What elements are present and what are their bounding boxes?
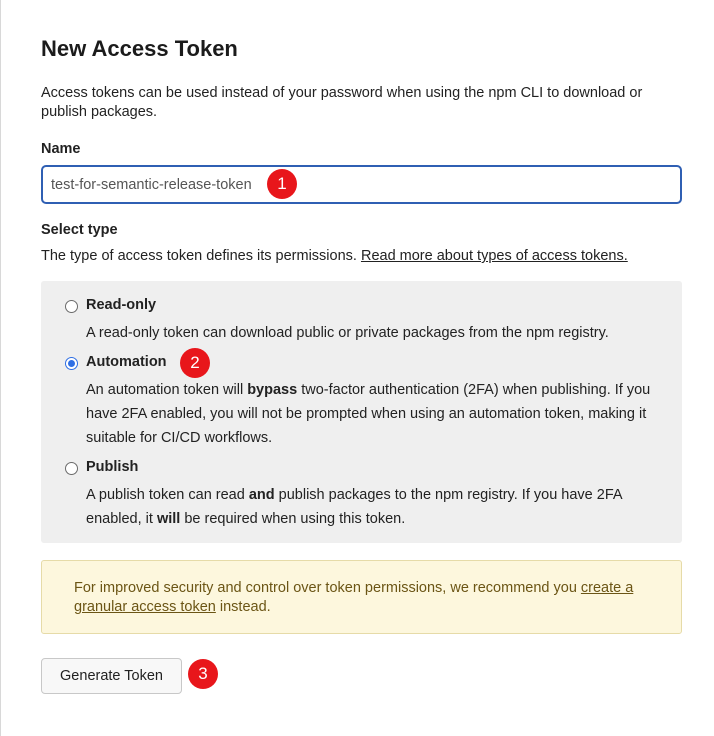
page-title: New Access Token <box>41 36 238 61</box>
intro-text: Access tokens can be used instead of you… <box>41 85 643 120</box>
token-name-input[interactable] <box>41 165 682 204</box>
read-only-description: A read-only token can download public or… <box>86 325 609 341</box>
annotation-badge-3: 3 <box>188 659 218 689</box>
annotation-badge-2: 2 <box>180 348 210 378</box>
read-only-title: Read-only <box>86 297 157 313</box>
automation-title: Automation <box>86 354 167 370</box>
granular-token-notice: For improved security and control over t… <box>41 560 682 634</box>
publish-desc-part: A publish token can read <box>86 487 249 503</box>
automation-description: An automation token will bypass two-fact… <box>86 378 661 450</box>
publish-desc-bold: and <box>248 487 275 503</box>
publish-desc-bold: will <box>156 511 181 527</box>
automation-desc-bold: bypass <box>247 382 298 398</box>
notice-suffix: instead. <box>215 599 271 615</box>
notice-text: For improved security and control over t… <box>74 580 581 596</box>
name-label: Name <box>41 141 81 157</box>
select-type-description-text: The type of access token defines its per… <box>41 248 361 264</box>
read-only-radio[interactable] <box>65 300 78 313</box>
publish-radio[interactable] <box>65 462 78 475</box>
automation-radio[interactable] <box>65 357 78 370</box>
generate-token-button[interactable]: Generate Token <box>41 658 182 694</box>
annotation-badge-1: 1 <box>267 169 297 199</box>
select-type-label: Select type <box>41 222 118 238</box>
publish-title: Publish <box>86 459 139 475</box>
publish-description: A publish token can read and publish pac… <box>86 483 661 531</box>
token-type-options: Read-only A read-only token can download… <box>41 281 682 543</box>
select-type-description: The type of access token defines its per… <box>41 248 628 264</box>
token-types-link[interactable]: Read more about types of access tokens. <box>361 248 628 264</box>
automation-desc-part: An automation token will <box>86 382 248 398</box>
left-border <box>0 0 1 736</box>
publish-desc-part: be required when using this token. <box>180 511 406 527</box>
